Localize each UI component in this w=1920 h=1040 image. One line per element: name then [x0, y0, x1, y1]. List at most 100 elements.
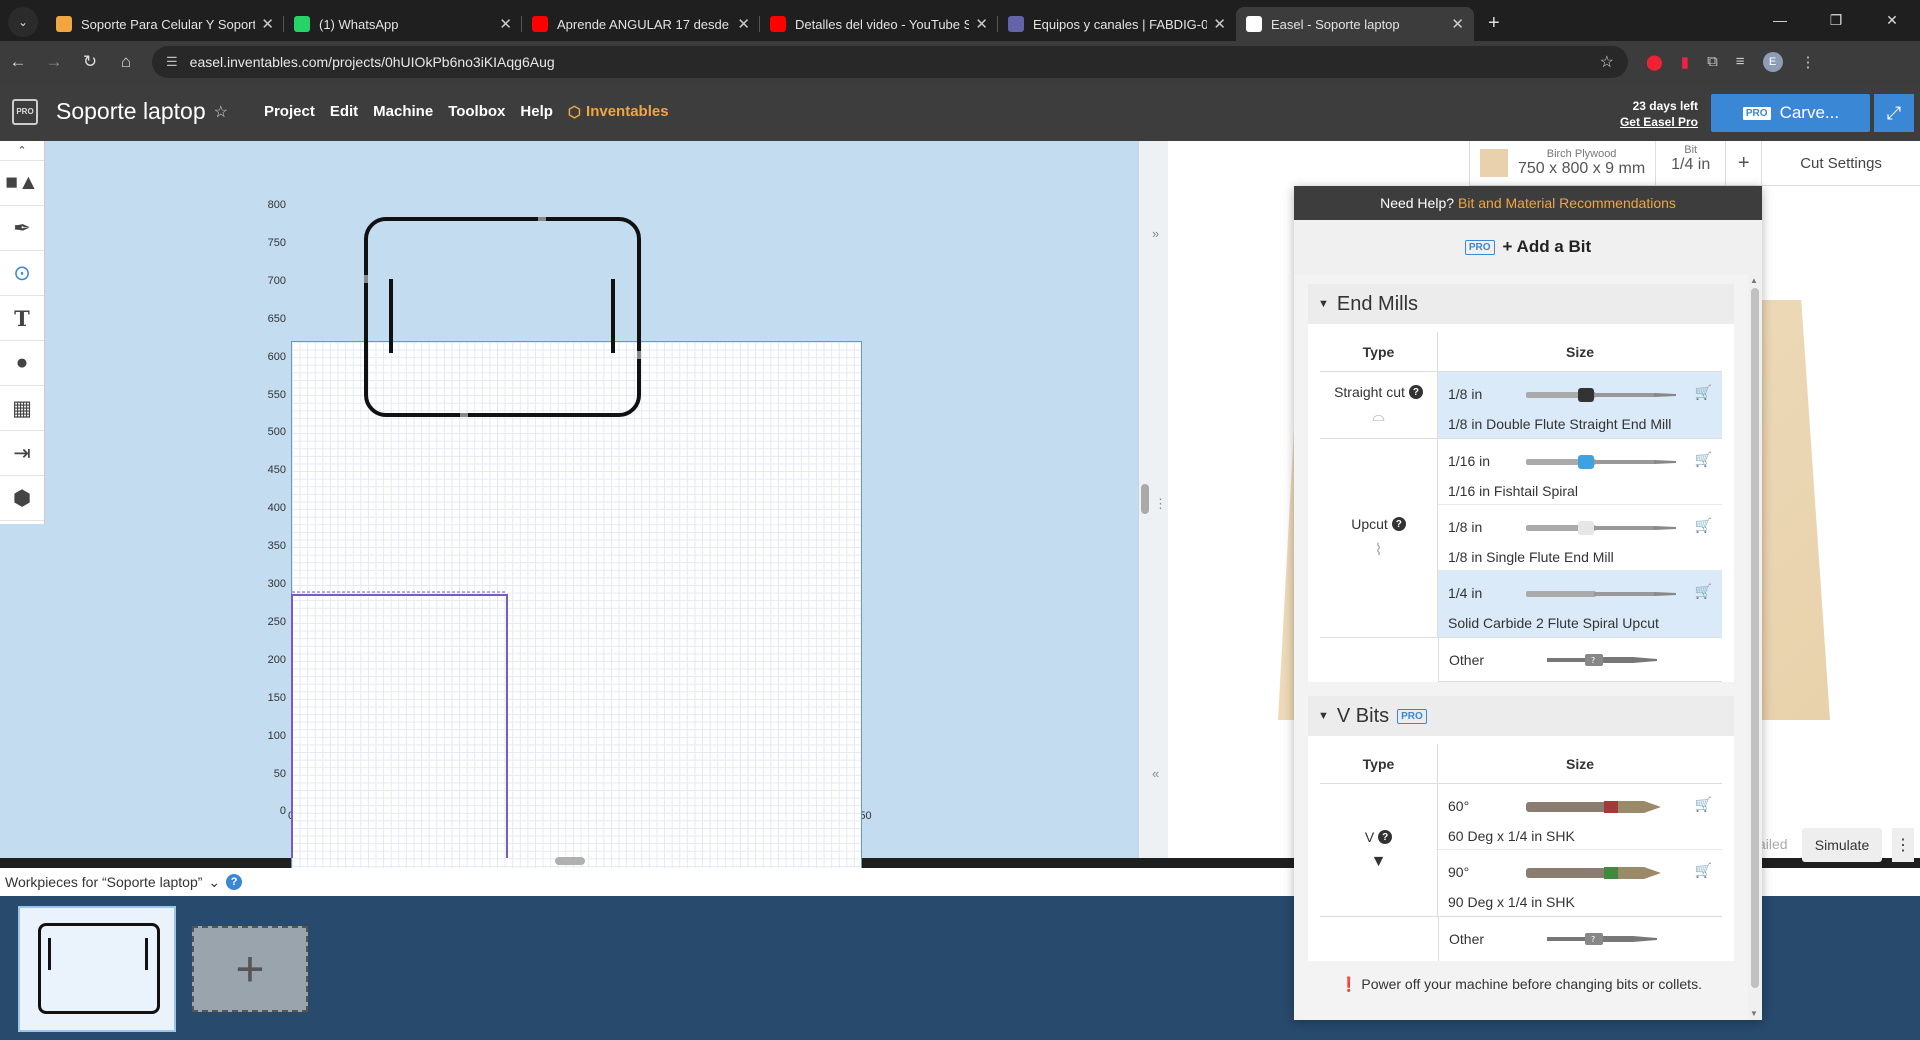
carve-button[interactable]: PRO Carve... [1711, 94, 1870, 132]
shapes-icon[interactable]: ■▲ [0, 161, 44, 206]
home-icon[interactable]: ⌂ [108, 52, 144, 72]
url-input[interactable]: ☰ easel.inventables.com/projects/0hUIOkP… [152, 45, 1628, 78]
apps-icon[interactable]: ▦ [0, 386, 44, 431]
workpiece-thumbnail[interactable] [18, 906, 176, 1032]
material-selector[interactable]: Birch Plywood 750 x 800 x 9 mm [1470, 141, 1657, 185]
cart-icon[interactable]: 🛒 [1695, 384, 1712, 401]
browser-tab[interactable]: Aprende ANGULAR 17 desde c ✕ [522, 7, 760, 41]
text-icon[interactable]: T [0, 296, 44, 341]
menu-machine[interactable]: Machine [373, 103, 433, 121]
cart-icon[interactable]: 🛒 [1695, 451, 1712, 468]
bit-row[interactable]: 60° 60 Deg x 1/4 in SHK 🛒 [1438, 784, 1722, 850]
cart-icon[interactable]: 🛒 [1695, 796, 1712, 813]
browser-tab[interactable]: (1) WhatsApp ✕ [284, 7, 522, 41]
design-canvas[interactable]: 800 750 700 650 600 550 500 450 400 350 300 250 200 1… [0, 141, 1138, 989]
cut-settings-button[interactable]: Cut Settings [1762, 141, 1920, 185]
add-bit-button[interactable]: PRO + Add a Bit [1294, 220, 1762, 274]
recommendations-link[interactable]: Bit and Material Recommendations [1458, 195, 1676, 211]
scroll-down-icon[interactable]: ▼ [1750, 1009, 1758, 1018]
forward-icon[interactable]: → [36, 52, 72, 72]
question-icon[interactable]: ? [1391, 517, 1406, 531]
bookmark-star-icon[interactable]: ☆ [1600, 52, 1614, 72]
new-tab-button[interactable]: + [1474, 12, 1514, 41]
tab-close-icon[interactable]: ✕ [1213, 15, 1226, 33]
browser-tab[interactable]: Equipos y canales | FABDIG-01 - ✕ [998, 7, 1236, 41]
expand-icon[interactable]: ⤢ [1874, 94, 1914, 132]
question-icon[interactable]: ? [1378, 830, 1393, 844]
add-workpiece-button[interactable]: + [192, 926, 308, 1012]
more-options-icon[interactable]: ⋮ [1892, 828, 1914, 862]
upcut-bits-list: 1/16 in 1/16 in Fishtail Spiral 🛒 1/8 in 1/8… [1438, 439, 1722, 637]
right-slot[interactable] [611, 279, 615, 353]
v-bits-header[interactable]: ▼ V Bits PRO [1308, 696, 1734, 736]
size-header: Size [1565, 755, 1594, 772]
browser-tab[interactable]: Soporte Para Celular Y Soporte ✕ [46, 7, 284, 41]
menu-project[interactable]: Project [264, 103, 315, 121]
reload-icon[interactable]: ↻ [72, 52, 108, 72]
panel-scrollbar[interactable]: ▲ ▼ [1748, 274, 1762, 1020]
target-icon[interactable]: ⊙ [0, 251, 44, 296]
easel-pro-logo[interactable]: PRO [12, 98, 38, 125]
browser-tab[interactable]: Detalles del video - YouTube St ✕ [760, 7, 998, 41]
question-icon[interactable]: ? [1408, 385, 1423, 399]
end-mill-other-row[interactable]: Other ? [1438, 638, 1722, 682]
bit-row[interactable]: 90° 90 Deg x 1/4 in SHK 🛒 [1438, 850, 1722, 916]
close-window-icon[interactable]: ✕ [1864, 0, 1920, 40]
3d-box-icon[interactable]: ⬢ [0, 476, 44, 521]
get-easel-pro-link[interactable]: Get Easel Pro [1620, 114, 1698, 130]
minimize-icon[interactable]: — [1752, 0, 1808, 40]
drag-handle-icon[interactable]: ⋮ [1154, 496, 1167, 512]
bit-row[interactable]: 1/16 in 1/16 in Fishtail Spiral 🛒 [1438, 439, 1722, 505]
bit-row[interactable]: 1/8 in 1/8 in Single Flute End Mill 🛒 [1438, 505, 1722, 571]
menu-edit[interactable]: Edit [330, 103, 358, 121]
cart-icon[interactable]: 🛒 [1695, 583, 1712, 600]
tab-close-icon[interactable]: ✕ [1451, 15, 1464, 33]
horizontal-resize-handle[interactable] [555, 857, 585, 865]
v-bit-other-row[interactable]: Other ? [1438, 917, 1722, 961]
collapse-right-icon[interactable]: » [1152, 226, 1159, 241]
bit-row[interactable]: 1/8 in 1/8 in Double Flute Straight End M… [1438, 372, 1722, 438]
pen-icon[interactable]: ✒ [0, 206, 44, 251]
site-info-icon[interactable]: ☰ [166, 54, 178, 70]
menu-inventables[interactable]: ⬡ Inventables [568, 103, 669, 121]
workpieces-title[interactable]: Workpieces for “Soporte laptop” [5, 874, 202, 890]
bit-selector[interactable]: Bit 1/4 in [1656, 141, 1727, 185]
tab-close-icon[interactable]: ✕ [975, 15, 988, 33]
tab-close-icon[interactable]: ✕ [737, 15, 750, 33]
tab-close-icon[interactable]: ✕ [499, 15, 512, 33]
extension-red-icon[interactable]: ⬤ [1646, 53, 1663, 71]
profile-avatar[interactable]: E [1762, 51, 1783, 72]
simulate-button[interactable]: Simulate [1802, 828, 1882, 862]
menu-toolbox[interactable]: Toolbox [448, 103, 505, 121]
chevron-down-icon[interactable]: ⌄ [208, 874, 220, 891]
help-icon[interactable]: ? [226, 874, 243, 890]
browser-tab[interactable]: Easel - Soporte laptop ✕ [1236, 7, 1474, 41]
back-icon[interactable]: ← [0, 52, 36, 72]
extension-book-icon[interactable]: ▮ [1681, 53, 1689, 71]
scroll-thumb[interactable] [1751, 288, 1759, 988]
project-title[interactable]: Soporte laptop [56, 98, 206, 125]
vertical-resize-handle[interactable] [1141, 484, 1149, 514]
v-bits-table: Type Size V? ▼ 60° 60 Deg x 1/4 in SHK 🛒 90… [1320, 744, 1722, 961]
menu-help[interactable]: Help [520, 103, 553, 121]
detailed-preview-toggle[interactable]: ailed [1758, 836, 1788, 852]
scroll-up-icon[interactable]: ▲ [1750, 276, 1758, 285]
apple-icon[interactable]: ● [0, 341, 44, 386]
collapse-toolbar-icon[interactable]: ⌃ [0, 141, 44, 161]
collapse-left-icon[interactable]: « [1152, 766, 1159, 781]
tab-search-button[interactable]: ⌄ [8, 7, 38, 37]
extensions-puzzle-icon[interactable]: ⧉ [1707, 53, 1718, 70]
left-slot[interactable] [389, 279, 393, 353]
add-bit-plus-icon[interactable]: + [1726, 141, 1763, 185]
media-control-icon[interactable]: ≡ [1736, 53, 1745, 70]
favorite-star-icon[interactable]: ☆ [214, 102, 228, 122]
import-icon[interactable]: ⇥ [0, 431, 44, 476]
tab-close-icon[interactable]: ✕ [261, 15, 274, 33]
laptop-stand-outline[interactable] [364, 217, 641, 417]
end-mills-header[interactable]: ▼ End Mills [1308, 284, 1734, 324]
browser-menu-icon[interactable]: ⋮ [1801, 53, 1816, 71]
cart-icon[interactable]: 🛒 [1695, 517, 1712, 534]
restore-icon[interactable]: ❐ [1808, 0, 1864, 40]
cart-icon[interactable]: 🛒 [1695, 862, 1712, 879]
bit-row[interactable]: 1/4 in Solid Carbide 2 Flute Spiral Upcut… [1438, 571, 1722, 637]
